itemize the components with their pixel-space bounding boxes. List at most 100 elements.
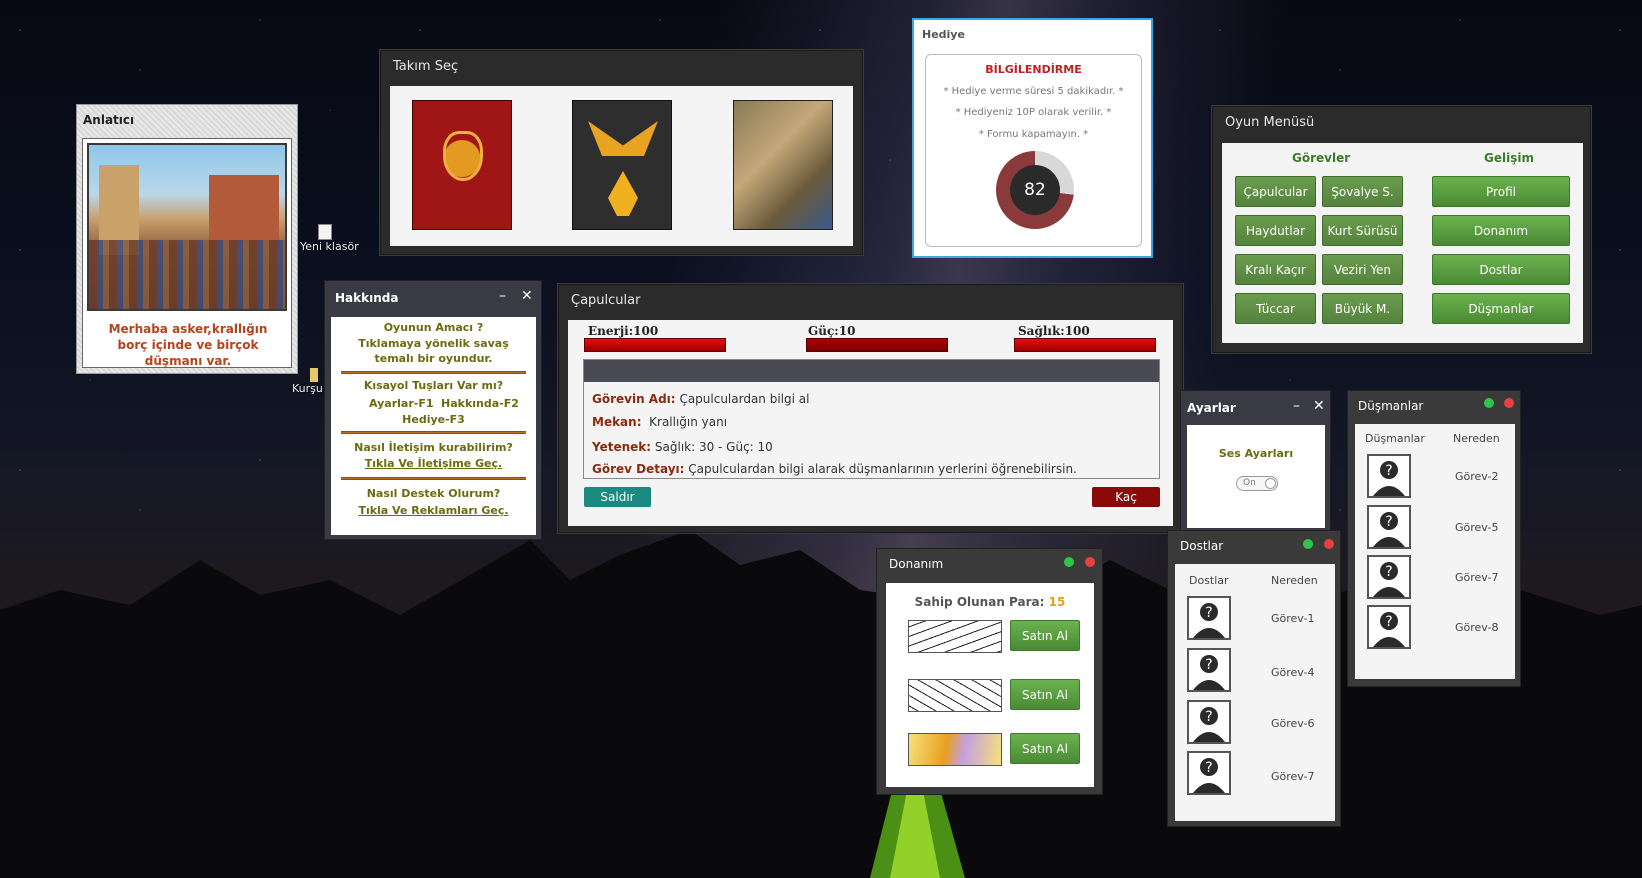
weapon-sword-image — [908, 620, 1002, 653]
countdown-center: 82 — [1010, 165, 1060, 215]
hediye-window: Hediye BİLGİLENDİRME * Hediye verme süre… — [912, 18, 1153, 258]
dusmanlar-row: Görev-5 — [1455, 521, 1499, 534]
gelisim-button-profil[interactable]: Profil — [1432, 176, 1570, 207]
desktop-folder-icon[interactable]: Yeni klasör — [300, 224, 359, 253]
green-dot-icon[interactable] — [1064, 557, 1074, 567]
detay-row: Görev Detayı: Çapulculardan bilgi alarak… — [592, 462, 1077, 476]
gorevler-header: Görevler — [1292, 151, 1351, 165]
anlatici-panel: Merhaba asker,krallığın borç içinde ve b… — [82, 138, 292, 368]
para-value: 15 — [1048, 595, 1066, 609]
anlatici-message: Merhaba asker,krallığın borç içinde ve b… — [108, 322, 268, 368]
takim-sec-panel — [390, 86, 853, 246]
friend-avatar-icon: ? — [1187, 700, 1231, 744]
close-button[interactable]: ✕ — [521, 288, 533, 304]
gelisim-header: Gelişim — [1484, 151, 1534, 165]
ayarlar-panel: Ses Ayarları On — [1187, 425, 1325, 528]
dusmanlar-col2: Nereden — [1453, 432, 1500, 445]
oyun-menusu-title: Oyun Menüsü — [1225, 115, 1315, 130]
red-dot-icon[interactable] — [1504, 398, 1514, 408]
folder-icon — [310, 368, 318, 382]
gelisim-button-dusmanlar[interactable]: Düşmanlar — [1432, 293, 1570, 324]
gelisim-button-dostlar[interactable]: Dostlar — [1432, 254, 1570, 285]
dostlar-col2: Nereden — [1271, 574, 1318, 587]
hakkinda-q4: Nasıl Destek Olurum? — [366, 487, 501, 500]
dusmanlar-title: Düşmanlar — [1358, 399, 1424, 413]
gorev-button-kurt-surusu[interactable]: Kurt Sürüsü — [1322, 215, 1403, 246]
hediye-line-3: * Formu kapamayın. * — [978, 129, 1089, 140]
divider — [341, 371, 526, 374]
red-dot-icon[interactable] — [1085, 557, 1095, 567]
green-dot-icon[interactable] — [1303, 539, 1313, 549]
buy-button-2[interactable]: Satın Al — [1010, 679, 1080, 710]
anlatici-title: Anlatıcı — [83, 113, 135, 127]
dostlar-window: Dostlar Dostlar Nereden ? Görev-1 ? Göre… — [1167, 530, 1341, 827]
mekan-row: Mekan: Krallığın yanı — [592, 415, 728, 429]
takim-sec-title: Takım Seç — [393, 59, 459, 74]
enemy-avatar-icon: ? — [1367, 555, 1411, 599]
svg-text:?: ? — [1205, 760, 1212, 776]
countdown-value: 82 — [1024, 180, 1046, 200]
team-card-warrior[interactable] — [733, 100, 833, 230]
minimize-button[interactable]: – — [1293, 398, 1300, 414]
buy-button-1[interactable]: Satın Al — [1010, 620, 1080, 651]
hediye-heading: BİLGİLENDİRME — [985, 63, 1082, 76]
weapon-knight-image — [908, 679, 1002, 712]
divider — [341, 431, 526, 434]
dostlar-row: Görev-1 — [1271, 612, 1315, 625]
countdown-ring: 82 — [996, 151, 1074, 229]
close-button[interactable]: ✕ — [1313, 398, 1325, 414]
gelisim-button-donanim[interactable]: Donanım — [1432, 215, 1570, 246]
takim-sec-window: Takım Seç — [380, 50, 863, 255]
dusmanlar-col1: Düşmanlar — [1365, 432, 1425, 445]
ads-link[interactable]: Tıkla Ve Reklamları Geç. — [331, 504, 536, 517]
hakkinda-q1: Oyunun Amacı ? — [383, 321, 484, 334]
minimize-button[interactable]: – — [499, 288, 506, 304]
dostlar-col1: Dostlar — [1189, 574, 1229, 587]
svg-text:?: ? — [1385, 614, 1392, 630]
green-dot-icon[interactable] — [1484, 398, 1494, 408]
hakkinda-title: Hakkında — [335, 291, 399, 305]
gorev-button-buyuk-m[interactable]: Büyük M. — [1322, 293, 1403, 324]
hakkinda-k2: Hakkında-F2 — [441, 397, 519, 410]
ayarlar-title: Ayarlar — [1187, 401, 1236, 415]
donanim-panel: Sahip Olunan Para: 15 Satın Al Satın Al … — [886, 583, 1094, 787]
hakkinda-window: Hakkında – ✕ Oyunun Amacı ? Tıklamaya yö… — [324, 280, 542, 540]
saldir-button[interactable]: Saldır — [584, 487, 651, 507]
weapon-angel-image — [908, 733, 1002, 766]
gorev-button-haydutlar[interactable]: Haydutlar — [1235, 215, 1316, 246]
anlatici-image — [87, 143, 287, 311]
team-card-dragon[interactable] — [412, 100, 512, 230]
dostlar-row: Görev-7 — [1271, 770, 1315, 783]
svg-text:?: ? — [1385, 514, 1392, 530]
hediye-line-1: * Hediye verme süresi 5 dakikadır. * — [943, 86, 1124, 97]
sound-toggle[interactable]: On — [1236, 476, 1278, 491]
gorev-button-krali-kacir[interactable]: Kralı Kaçır — [1235, 254, 1316, 285]
gorev-button-capulcular[interactable]: Çapulcular — [1235, 176, 1316, 207]
hakkinda-q2: Kısayol Tuşları Var mı? — [363, 379, 504, 392]
red-dot-icon[interactable] — [1324, 539, 1334, 549]
stat-label-enerji: Enerji:100 — [588, 324, 659, 338]
gorev-button-veziri-yen[interactable]: Veziri Yen — [1322, 254, 1403, 285]
dusmanlar-row: Görev-2 — [1455, 470, 1499, 483]
hakkinda-k3: Hediye-F3 — [402, 413, 465, 426]
hakkinda-k1: Ayarlar-F1 — [369, 397, 434, 410]
toggle-knob — [1265, 478, 1276, 489]
enemy-avatar-icon: ? — [1367, 505, 1411, 549]
enemy-avatar-icon: ? — [1367, 605, 1411, 649]
ayarlar-window: Ayarlar – ✕ Ses Ayarları On — [1180, 390, 1331, 532]
friend-avatar-icon: ? — [1187, 648, 1231, 692]
saglik-bar — [1014, 338, 1156, 352]
svg-text:?: ? — [1205, 709, 1212, 725]
team-card-phoenix[interactable] — [572, 100, 672, 230]
dostlar-title: Dostlar — [1180, 539, 1224, 553]
gorev-button-tuccar[interactable]: Tüccar — [1235, 293, 1316, 324]
para-row: Sahip Olunan Para: 15 — [886, 595, 1094, 609]
kac-button[interactable]: Kaç — [1092, 487, 1160, 507]
contact-link[interactable]: Tıkla Ve İletişime Geç. — [331, 457, 536, 470]
hakkinda-a1-line2: temalı bir oyundur. — [374, 352, 493, 365]
donanim-title: Donanım — [889, 557, 944, 571]
dusmanlar-window: Düşmanlar Düşmanlar Nereden ? Görev-2 ? … — [1347, 390, 1521, 687]
file-icon — [318, 224, 332, 240]
gorev-button-sovalye[interactable]: Şovalye S. — [1322, 176, 1403, 207]
buy-button-3[interactable]: Satın Al — [1010, 733, 1080, 764]
